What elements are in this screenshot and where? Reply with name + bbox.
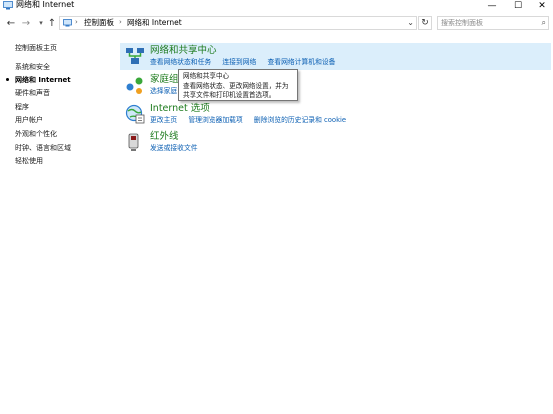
category-internet-options[interactable]: Internet 选项 更改主页 管理浏览器加载项 删除浏览的历史记录和 coo… bbox=[124, 103, 544, 127]
tooltip-line: 网络和共享中心 bbox=[183, 72, 230, 80]
close-button[interactable]: ✕ bbox=[529, 0, 553, 12]
active-item-bullet-icon bbox=[6, 78, 9, 81]
link-send-receive-files[interactable]: 发送或接收文件 bbox=[150, 144, 198, 152]
sidebar-item-system-security[interactable]: 系统和安全 bbox=[15, 62, 50, 72]
category-title[interactable]: 家庭组 bbox=[150, 74, 179, 86]
category-links: 发送或接收文件 bbox=[150, 144, 207, 153]
minimize-button[interactable]: — bbox=[479, 0, 505, 12]
category-title[interactable]: 红外线 bbox=[150, 131, 179, 143]
link-view-network-computers[interactable]: 查看网络计算机和设备 bbox=[268, 58, 336, 66]
network-sharing-center-icon bbox=[126, 48, 144, 64]
tooltip-line: 查看网络状态、更改网络设置，并为 bbox=[183, 81, 289, 90]
sidebar-item-programs[interactable]: 程序 bbox=[15, 102, 29, 112]
category-infrared[interactable]: 红外线 发送或接收文件 bbox=[124, 131, 544, 155]
breadcrumb-separator[interactable]: › bbox=[75, 18, 78, 26]
title-bar: 网络和 Internet — ☐ ✕ bbox=[0, 0, 553, 12]
forward-arrow-icon[interactable]: → bbox=[19, 16, 33, 30]
tooltip: 网络和共享中心 查看网络状态、更改网络设置，并为 共享文件和打印机设置首选项。 bbox=[178, 69, 298, 101]
link-manage-add-ons[interactable]: 管理浏览器加载项 bbox=[188, 116, 242, 124]
search-icon[interactable]: ⌕ bbox=[542, 18, 546, 28]
sidebar: 控制面板主页 系统和安全 网络和 Internet 硬件和声音 程序 用户帐户 … bbox=[0, 36, 115, 236]
sidebar-item-clock-language-region[interactable]: 时钟、语言和区域 bbox=[15, 143, 71, 153]
window-title: 网络和 Internet bbox=[16, 0, 75, 9]
control-panel-icon bbox=[63, 19, 72, 27]
sidebar-item-ease-of-access[interactable]: 轻松使用 bbox=[15, 156, 43, 166]
up-arrow-icon[interactable]: ↑ bbox=[45, 16, 59, 30]
link-delete-browsing-history[interactable]: 删除浏览的历史记录和 cookie bbox=[254, 116, 346, 124]
network-app-icon bbox=[3, 1, 13, 10]
breadcrumb-control-panel[interactable]: 控制面板 bbox=[84, 18, 114, 28]
breadcrumb-separator[interactable]: › bbox=[119, 18, 122, 26]
back-arrow-icon[interactable]: ← bbox=[4, 16, 18, 30]
category-links: 查看网络状态和任务 连接到网络 查看网络计算机和设备 bbox=[150, 58, 344, 67]
homegroup-icon bbox=[126, 77, 143, 94]
infrared-icon bbox=[128, 133, 139, 151]
internet-options-icon bbox=[125, 104, 145, 124]
navigation-bar: ← → ▾ ↑ › 控制面板 › 网络和 Internet ⌄ ↻ 搜索控制面板… bbox=[0, 13, 553, 33]
category-network-sharing-center[interactable]: 网络和共享中心 查看网络状态和任务 连接到网络 查看网络计算机和设备 bbox=[124, 45, 544, 69]
link-connect-to-network[interactable]: 连接到网络 bbox=[222, 58, 256, 66]
search-placeholder: 搜索控制面板 bbox=[441, 19, 483, 27]
sidebar-item-appearance[interactable]: 外观和个性化 bbox=[15, 129, 57, 139]
link-change-home-page[interactable]: 更改主页 bbox=[150, 116, 177, 124]
category-title[interactable]: 网络和共享中心 bbox=[150, 45, 217, 57]
sidebar-item-user-accounts[interactable]: 用户帐户 bbox=[15, 115, 43, 125]
address-bar[interactable]: › 控制面板 › 网络和 Internet ⌄ bbox=[59, 16, 417, 30]
maximize-button[interactable]: ☐ bbox=[505, 0, 531, 12]
sidebar-item-hardware-sound[interactable]: 硬件和声音 bbox=[15, 88, 50, 98]
control-panel-window: 网络和 Internet — ☐ ✕ ← → ▾ ↑ › 控制面板 › 网络和 … bbox=[0, 0, 553, 414]
tooltip-line: 共享文件和打印机设置首选项。 bbox=[183, 91, 276, 99]
address-dropdown-icon[interactable]: ⌄ bbox=[407, 18, 414, 27]
sidebar-item-network-internet[interactable]: 网络和 Internet bbox=[15, 75, 71, 85]
category-title[interactable]: Internet 选项 bbox=[150, 103, 210, 115]
link-choose-homegroup[interactable]: 选择家庭 bbox=[150, 87, 177, 95]
category-links: 更改主页 管理浏览器加载项 删除浏览的历史记录和 cookie bbox=[150, 116, 355, 125]
link-view-network-status[interactable]: 查看网络状态和任务 bbox=[150, 58, 211, 66]
breadcrumb-network-internet[interactable]: 网络和 Internet bbox=[127, 18, 182, 28]
sidebar-item-control-panel-home[interactable]: 控制面板主页 bbox=[15, 43, 57, 53]
search-input[interactable]: 搜索控制面板 ⌕ bbox=[437, 16, 549, 30]
refresh-icon[interactable]: ↻ bbox=[418, 16, 432, 30]
